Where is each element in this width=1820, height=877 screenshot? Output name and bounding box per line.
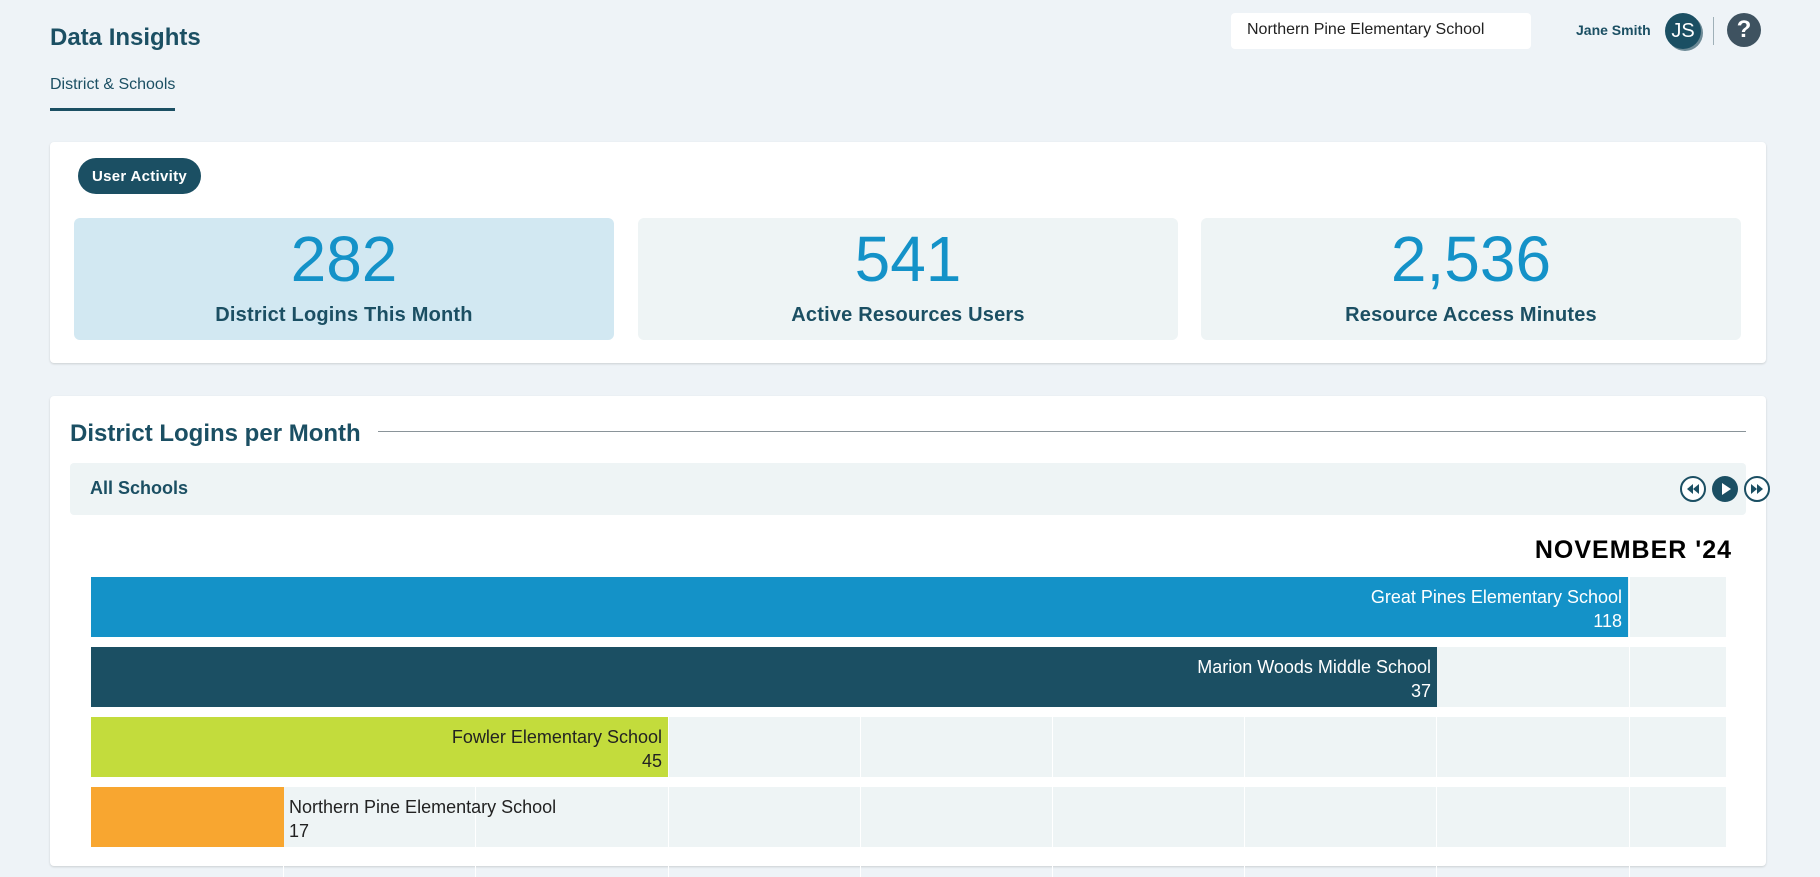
- stat-label: Resource Access Minutes: [1345, 304, 1597, 326]
- chart-bar[interactable]: Fowler Elementary School 45: [91, 717, 668, 777]
- title-divider: [378, 431, 1746, 432]
- bar-value-label: 45: [641, 751, 662, 771]
- section-title: District Logins per Month: [70, 420, 361, 447]
- stat-label: Active Resources Users: [791, 304, 1025, 326]
- chart-bar[interactable]: Northern Pine Elementary School 17: [91, 787, 556, 847]
- chart-bar[interactable]: Great Pines Elementary School 118: [91, 577, 1628, 637]
- bar-label: Northern Pine Elementary School 17: [289, 795, 556, 843]
- fast-forward-icon[interactable]: [1744, 476, 1770, 502]
- district-logins-card: District Logins per Month All Schools NO…: [50, 396, 1770, 877]
- bar-value-label: 17: [289, 821, 310, 841]
- bar-category-label: Marion Woods Middle School: [1197, 657, 1431, 677]
- school-selector[interactable]: Northern Pine Elementary School: [1231, 13, 1531, 49]
- bar-value-label: 118: [1593, 611, 1622, 631]
- tab-district-schools[interactable]: District & Schools: [50, 76, 176, 111]
- stat-value: 2,536: [1390, 223, 1552, 295]
- chart-gridline: [1629, 577, 1630, 877]
- stat-value: 282: [290, 223, 398, 295]
- bar-label: Fowler Elementary School 45: [452, 725, 662, 773]
- chart-period-label: NOVEMBER '24: [1534, 536, 1732, 564]
- bar-category-label: Northern Pine Elementary School: [289, 797, 557, 817]
- logins-bar-chart: Great Pines Elementary School 118 Marion W…: [91, 577, 1726, 877]
- play-icon[interactable]: [1712, 476, 1738, 502]
- bar-category-label: Fowler Elementary School: [451, 727, 662, 747]
- bar-value-label: 37: [1410, 681, 1431, 701]
- bar-category-label: Great Pines Elementary School: [1370, 587, 1622, 607]
- stat-label: District Logins This Month: [215, 304, 473, 326]
- avatar[interactable]: JS: [1665, 13, 1701, 49]
- stat-value: 541: [854, 223, 962, 295]
- school-filter[interactable]: All Schools: [90, 478, 188, 499]
- bar-label: Great Pines Elementary School 118: [1371, 585, 1622, 633]
- filter-bar: All Schools: [70, 463, 1770, 515]
- bar-label: Marion Woods Middle School 37: [1197, 655, 1431, 703]
- stat-active-resource-users[interactable]: 541 Active Resources Users: [638, 218, 1178, 340]
- user-activity-pill[interactable]: User Activity: [78, 158, 202, 194]
- rewind-icon[interactable]: [1680, 476, 1706, 502]
- stat-resource-access-minutes[interactable]: 2,536 Resource Access Minutes: [1201, 218, 1741, 340]
- help-icon[interactable]: ?: [1727, 13, 1761, 47]
- header-divider: [1713, 17, 1714, 45]
- app-title: Data Insights: [50, 24, 201, 51]
- top-header: Data Insights District & Schools Norther…: [0, 0, 1820, 120]
- stat-district-logins[interactable]: 282 District Logins This Month: [74, 218, 614, 340]
- chart-bar[interactable]: Marion Woods Middle School 37: [91, 647, 1437, 707]
- user-name[interactable]: Jane Smith: [1576, 22, 1651, 38]
- user-activity-card: User Activity 282 District Logins This M…: [50, 142, 1766, 363]
